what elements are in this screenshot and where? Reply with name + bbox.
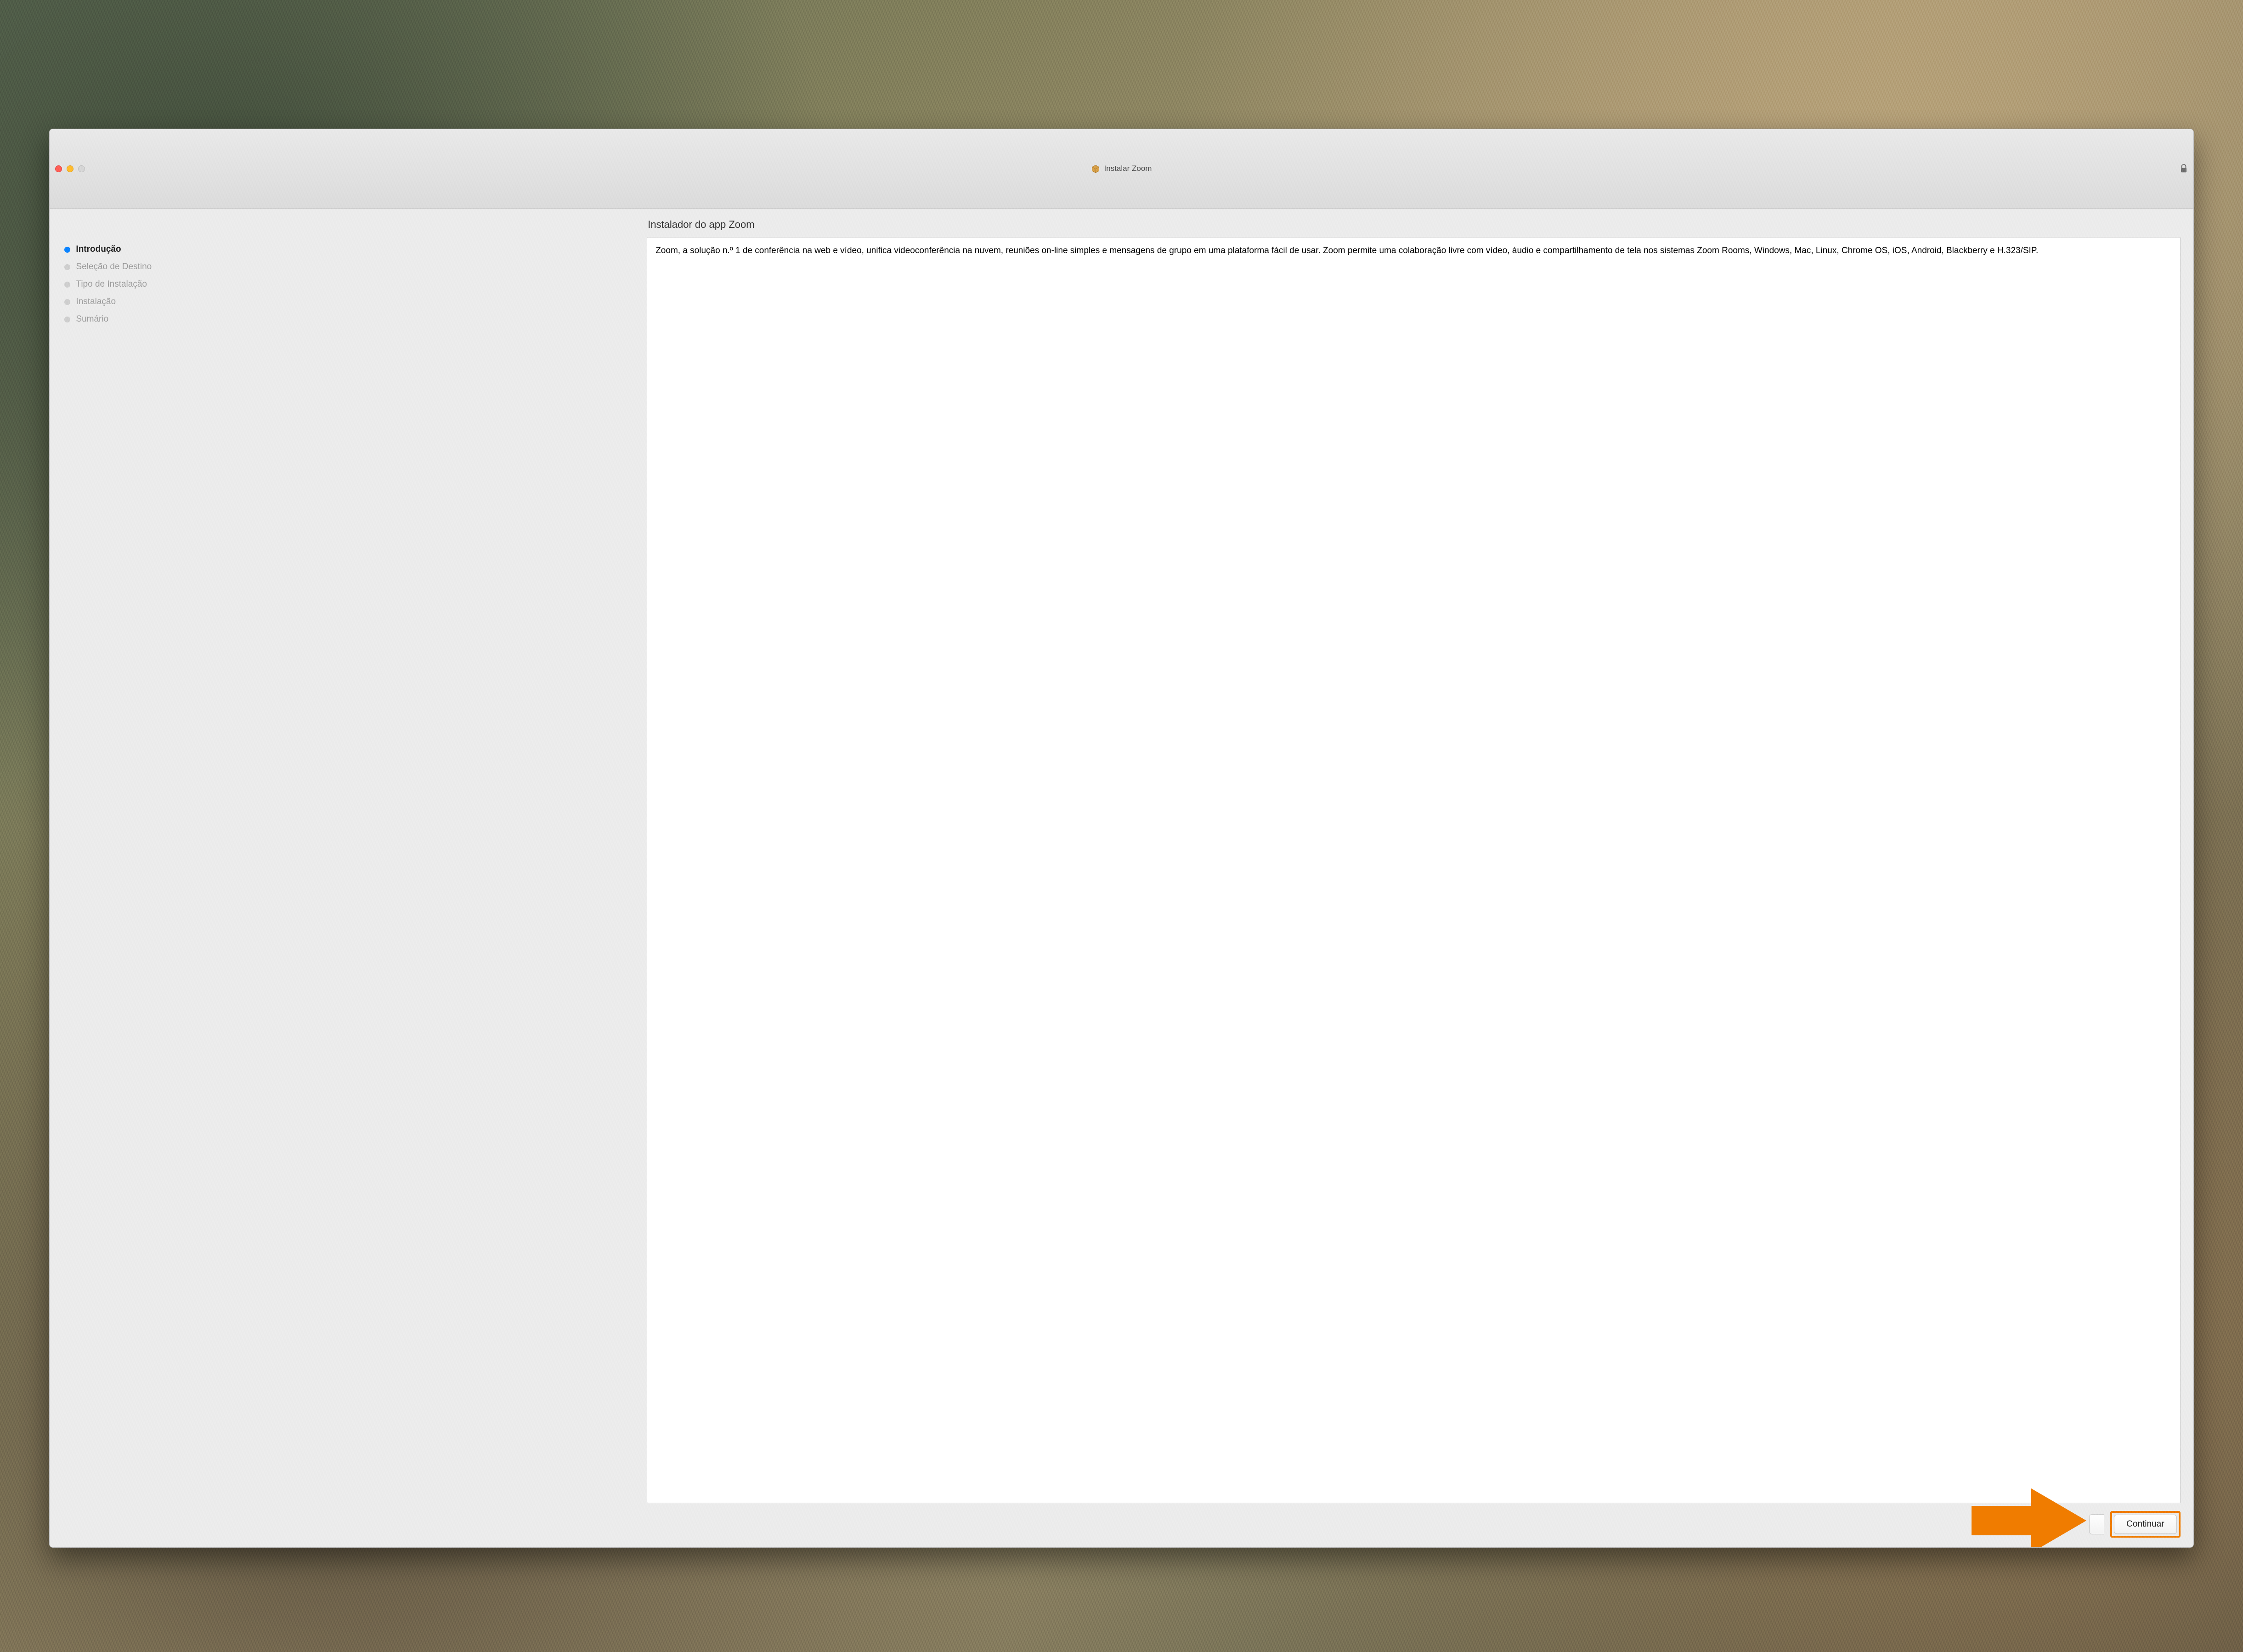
step-bullet-icon <box>64 264 70 270</box>
step-label: Seleção de Destino <box>76 262 152 272</box>
lock-icon[interactable] <box>2180 164 2188 174</box>
minimize-window-button[interactable] <box>67 165 73 172</box>
close-window-button[interactable] <box>55 165 62 172</box>
back-button[interactable] <box>2089 1514 2104 1534</box>
desktop-background: Instalar Zoom Introdução Seleção de Dest… <box>0 0 2243 1652</box>
description-panel: Zoom, a solução n.º 1 de conferência na … <box>647 237 2180 1503</box>
step-bullet-icon <box>64 299 70 305</box>
step-bullet-icon <box>64 247 70 253</box>
window-title: Instalar Zoom <box>1104 164 1152 173</box>
footer-bar: Continuar <box>647 1503 2180 1538</box>
main-content: Instalador do app Zoom Zoom, a solução n… <box>647 217 2180 1538</box>
install-steps-sidebar: Introdução Seleção de Destino Tipo de In… <box>62 217 645 1538</box>
continue-button[interactable]: Continuar <box>2114 1515 2176 1534</box>
window-title-group: Instalar Zoom <box>1091 164 1152 173</box>
window-titlebar: Instalar Zoom <box>50 129 2193 209</box>
installer-window: Instalar Zoom Introdução Seleção de Dest… <box>49 129 2193 1548</box>
step-introduction: Introdução <box>62 241 645 258</box>
step-install-type: Tipo de Instalação <box>62 276 645 293</box>
step-bullet-icon <box>64 282 70 288</box>
step-destination-select: Seleção de Destino <box>62 258 645 276</box>
page-heading: Instalador do app Zoom <box>647 217 2180 237</box>
package-icon <box>1091 164 1101 173</box>
step-label: Introdução <box>76 244 121 255</box>
zoom-window-button <box>78 165 85 172</box>
step-label: Sumário <box>76 314 108 324</box>
annotation-highlight-frame: Continuar <box>2110 1511 2180 1538</box>
step-installation: Instalação <box>62 293 645 311</box>
window-body: Introdução Seleção de Destino Tipo de In… <box>50 209 2193 1547</box>
step-bullet-icon <box>64 317 70 322</box>
step-label: Tipo de Instalação <box>76 279 147 289</box>
step-label: Instalação <box>76 297 116 307</box>
window-traffic-lights <box>55 165 85 172</box>
description-text: Zoom, a solução n.º 1 de conferência na … <box>655 245 2171 256</box>
step-summary: Sumário <box>62 311 645 328</box>
